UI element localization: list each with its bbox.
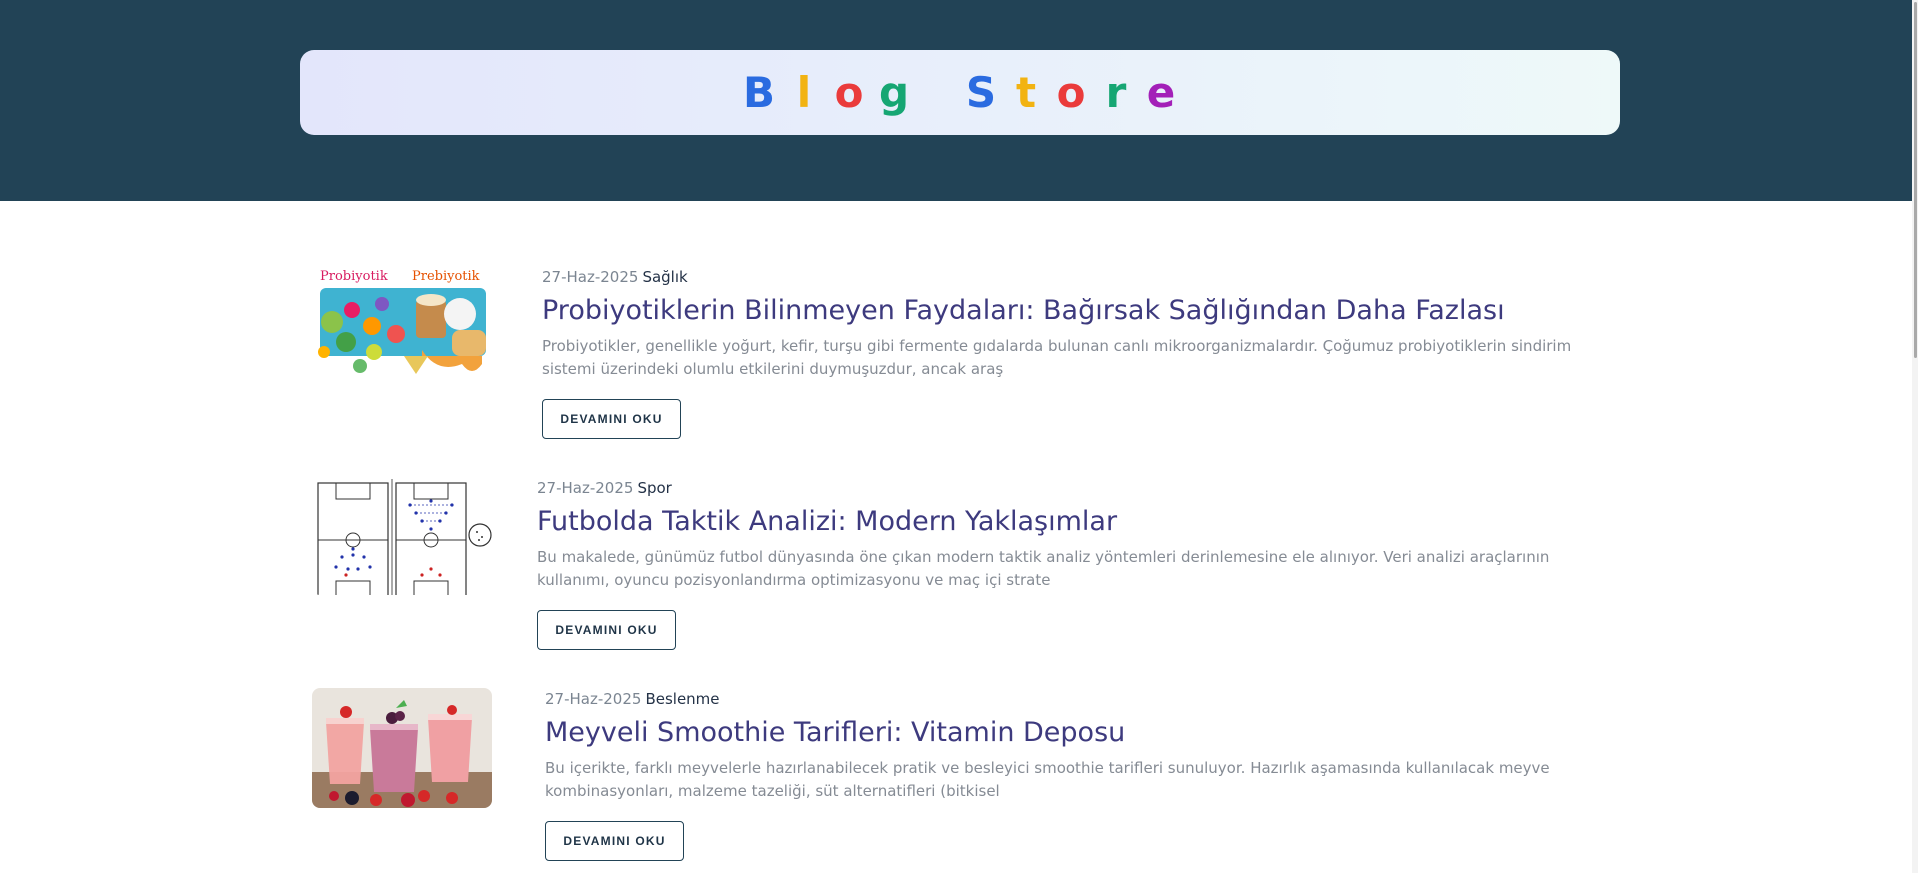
probiotic-illustration: Probiyotik Prebiyotik — [312, 264, 492, 384]
post-title[interactable]: Probiyotiklerin Bilinmeyen Faydaları: Ba… — [542, 293, 1612, 329]
site-header: B l o g S t o r e — [0, 0, 1918, 201]
post-card: Probiyotik Prebiyotik 27-Haz-2025 Sağlık … — [0, 258, 1918, 458]
post-date: 27-Haz-2025 — [537, 479, 634, 497]
post-content: 27-Haz-2025 Spor Futbolda Taktik Analizi:… — [537, 478, 1607, 650]
post-thumbnail-football[interactable] — [312, 475, 492, 595]
post-date: 27-Haz-2025 — [542, 268, 639, 286]
brand-letter-l: l — [796, 68, 812, 117]
brand-letter-b: B — [742, 68, 775, 117]
post-excerpt: Probiyotikler, genellikle yoğurt, kefir,… — [542, 337, 1572, 378]
post-title[interactable]: Meyveli Smoothie Tarifleri: Vitamin Depo… — [545, 715, 1615, 751]
post-date: 27-Haz-2025 — [545, 690, 642, 708]
read-more-button[interactable]: DEVAMINI OKU — [545, 821, 684, 861]
brand-letter-s: S — [965, 68, 997, 117]
post-excerpt: Bu içerikte, farklı meyvelerle hazırlana… — [545, 759, 1550, 800]
post-excerpt: Bu makalede, günümüz futbol dünyasında ö… — [537, 548, 1550, 589]
brand-letter-g: g — [878, 68, 910, 117]
post-category[interactable]: Beslenme — [645, 690, 719, 708]
brand-letter-r: r — [1105, 68, 1127, 117]
read-more-button[interactable]: DEVAMINI OKU — [537, 610, 676, 650]
read-more-button[interactable]: DEVAMINI OKU — [542, 399, 681, 439]
post-meta: 27-Haz-2025 Sağlık — [542, 267, 1612, 287]
post-category[interactable]: Sağlık — [642, 268, 687, 286]
post-category[interactable]: Spor — [637, 479, 671, 497]
post-card: 27-Haz-2025 Spor Futbolda Taktik Analizi:… — [0, 469, 1918, 669]
site-logo[interactable]: B l o g S t o r e — [737, 68, 1184, 117]
post-card: 27-Haz-2025 Beslenme Meyveli Smoothie Tar… — [0, 680, 1918, 873]
brand-letter-o: o — [834, 68, 864, 117]
brand-letter-t: t — [1015, 68, 1037, 117]
prebiotic-label: Prebiyotik — [412, 269, 480, 284]
post-content: 27-Haz-2025 Sağlık Probiyotiklerin Bilinm… — [542, 267, 1612, 439]
brand-letter-e: e — [1146, 68, 1176, 117]
post-thumbnail-smoothie[interactable] — [312, 688, 492, 808]
probiotic-label: Probiyotik — [320, 269, 388, 284]
post-content: 27-Haz-2025 Beslenme Meyveli Smoothie Tar… — [545, 689, 1615, 861]
post-thumbnail-probiotic[interactable]: Probiyotik Prebiyotik — [312, 264, 492, 384]
smoothie-photo-illustration — [312, 688, 492, 808]
post-title[interactable]: Futbolda Taktik Analizi: Modern Yaklaşım… — [537, 504, 1607, 540]
post-meta: 27-Haz-2025 Beslenme — [545, 689, 1615, 709]
post-meta: 27-Haz-2025 Spor — [537, 478, 1607, 498]
brand-banner[interactable]: B l o g S t o r e — [300, 50, 1620, 135]
brand-letter-o2: o — [1056, 68, 1086, 117]
tactic-board-illustration — [317, 479, 492, 595]
